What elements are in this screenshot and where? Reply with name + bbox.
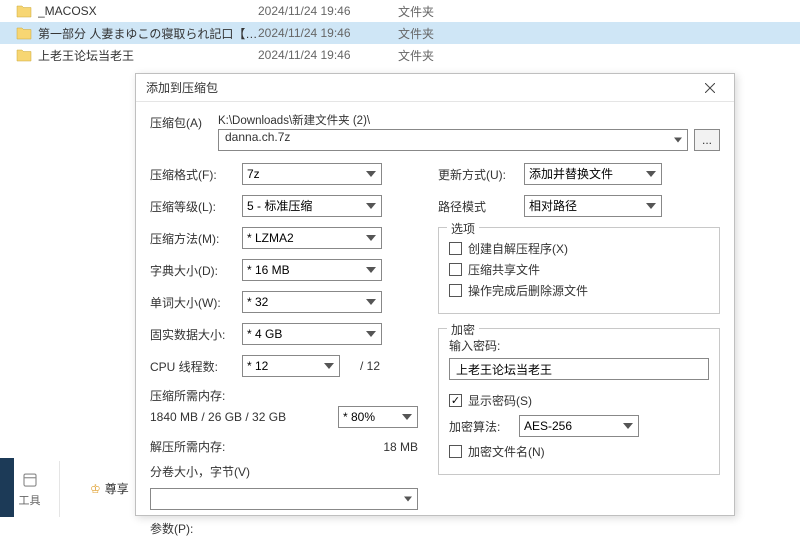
password-label: 输入密码: <box>449 337 709 354</box>
close-button[interactable] <box>690 77 730 99</box>
dict-select[interactable]: * 16 MB <box>242 259 382 281</box>
sfx-label: 创建自解压程序(X) <box>468 240 568 257</box>
algo-select[interactable]: AES-256 <box>519 415 639 437</box>
file-name: 第一部分 人妻まゆこの寝取られ記口【ガ... <box>38 25 258 42</box>
options-group: 选项 创建自解压程序(X) 压缩共享文件 操作完成后删除源文件 <box>438 227 720 314</box>
params-label: 参数(P): <box>150 520 418 537</box>
path-mode-label: 路径模式 <box>438 198 524 215</box>
premium-text: 尊享 <box>105 480 129 497</box>
file-type: 文件夹 <box>398 47 478 64</box>
archive-name-combo[interactable]: danna.ch.7z <box>218 129 688 151</box>
solid-label: 固实数据大小: <box>150 326 242 343</box>
format-select[interactable]: 7z <box>242 163 382 185</box>
password-input[interactable] <box>449 358 709 380</box>
file-row[interactable]: 第一部分 人妻まゆこの寝取られ記口【ガ... 2024/11/24 19:46 … <box>0 22 800 44</box>
encryption-group: 加密 输入密码: 显示密码(S) 加密算法:AES-256 加密文件名(N) <box>438 328 720 475</box>
sfx-checkbox[interactable] <box>449 242 462 255</box>
titlebar: 添加到压缩包 <box>136 74 734 102</box>
premium-badge[interactable]: ♔ 尊享 <box>90 480 129 497</box>
tool-label: 工具 <box>19 492 41 508</box>
compress-pct-select[interactable]: * 80% <box>338 406 418 428</box>
browse-button[interactable]: ... <box>694 129 720 151</box>
tool-panel[interactable]: 工具 <box>0 461 60 517</box>
archive-path: K:\Downloads\新建文件夹 (2)\ <box>218 112 720 128</box>
word-select[interactable]: * 32 <box>242 291 382 313</box>
add-to-archive-dialog: 添加到压缩包 压缩包(A) K:\Downloads\新建文件夹 (2)\ da… <box>135 73 735 516</box>
encrypt-names-checkbox[interactable] <box>449 445 462 458</box>
folder-icon <box>16 26 32 40</box>
file-name: 上老王论坛当老王 <box>38 47 258 64</box>
folder-icon <box>16 4 32 18</box>
shared-label: 压缩共享文件 <box>468 261 540 278</box>
file-name: _MACOSX <box>38 4 258 18</box>
file-date: 2024/11/24 19:46 <box>258 4 398 18</box>
encryption-group-title: 加密 <box>447 321 479 338</box>
file-row[interactable]: 上老王论坛当老王 2024/11/24 19:46 文件夹 <box>0 44 800 66</box>
compress-mem-label: 压缩所需内存: <box>150 387 225 404</box>
split-label: 分卷大小，字节(V) <box>150 463 418 480</box>
delete-after-checkbox[interactable] <box>449 284 462 297</box>
word-label: 单词大小(W): <box>150 294 242 311</box>
level-select[interactable]: 5 - 标准压缩 <box>242 195 382 217</box>
tool-icon <box>21 471 39 492</box>
method-label: 压缩方法(M): <box>150 230 242 247</box>
file-date: 2024/11/24 19:46 <box>258 26 398 40</box>
update-label: 更新方式(U): <box>438 166 524 183</box>
cpu-label: CPU 线程数: <box>150 358 242 375</box>
level-label: 压缩等级(L): <box>150 198 242 215</box>
compress-mem-value: 1840 MB / 26 GB / 32 GB <box>150 410 338 424</box>
cpu-select[interactable]: * 12 <box>242 355 340 377</box>
close-icon <box>705 83 715 93</box>
algo-label: 加密算法: <box>449 418 519 435</box>
file-row[interactable]: _MACOSX 2024/11/24 19:46 文件夹 <box>0 0 800 22</box>
delete-after-label: 操作完成后删除源文件 <box>468 282 588 299</box>
crown-icon: ♔ <box>90 482 101 496</box>
split-combo[interactable] <box>150 488 418 510</box>
file-date: 2024/11/24 19:46 <box>258 48 398 62</box>
folder-icon <box>16 48 32 62</box>
dialog-title: 添加到压缩包 <box>146 79 218 96</box>
shared-checkbox[interactable] <box>449 263 462 276</box>
archive-label: 压缩包(A) <box>150 112 208 131</box>
file-type: 文件夹 <box>398 3 478 20</box>
show-password-label: 显示密码(S) <box>468 392 532 409</box>
decompress-mem-value: 18 MB <box>383 440 418 454</box>
options-group-title: 选项 <box>447 220 479 237</box>
file-list: _MACOSX 2024/11/24 19:46 文件夹 第一部分 人妻まゆこの… <box>0 0 800 66</box>
cpu-total: / 12 <box>350 359 380 373</box>
path-mode-select[interactable]: 相对路径 <box>524 195 662 217</box>
encrypt-names-label: 加密文件名(N) <box>468 443 545 460</box>
solid-select[interactable]: * 4 GB <box>242 323 382 345</box>
file-type: 文件夹 <box>398 25 478 42</box>
format-label: 压缩格式(F): <box>150 166 242 183</box>
method-select[interactable]: * LZMA2 <box>242 227 382 249</box>
show-password-checkbox[interactable] <box>449 394 462 407</box>
decompress-mem-label: 解压所需内存: <box>150 438 383 455</box>
dict-label: 字典大小(D): <box>150 262 242 279</box>
update-select[interactable]: 添加并替换文件 <box>524 163 662 185</box>
